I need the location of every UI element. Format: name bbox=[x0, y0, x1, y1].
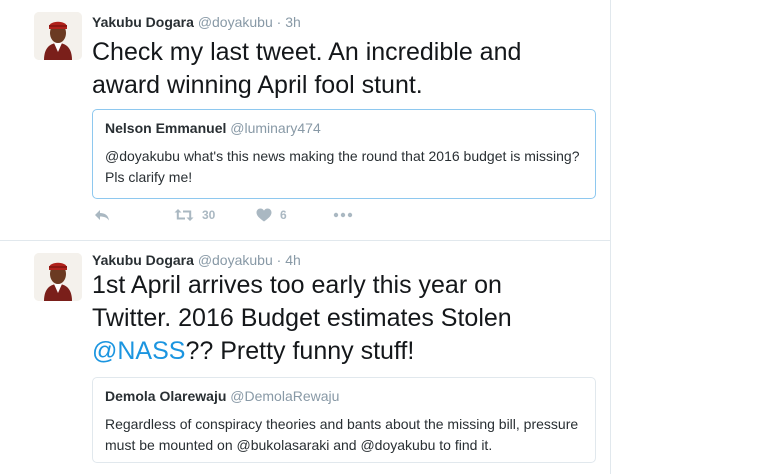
quoted-author-name: Nelson Emmanuel bbox=[105, 120, 227, 136]
tweet[interactable]: Yakubu Dogara @doyakubu · 4h 1st April a… bbox=[0, 241, 610, 474]
timestamp[interactable]: 4h bbox=[285, 252, 301, 268]
quoted-author-handle: @DemolaRewaju bbox=[230, 388, 340, 404]
reply-button[interactable] bbox=[94, 208, 110, 222]
quoted-header: Nelson Emmanuel @luminary474 bbox=[105, 120, 583, 136]
like-count: 6 bbox=[280, 208, 287, 222]
avatar[interactable] bbox=[34, 12, 82, 60]
quoted-text: Regardless of conspiracy theories and ba… bbox=[105, 416, 579, 453]
retweet-count: 30 bbox=[202, 208, 216, 222]
timestamp[interactable]: 3h bbox=[285, 14, 301, 30]
retweet-button[interactable]: 30 bbox=[174, 208, 215, 222]
tweet-header: Yakubu Dogara @doyakubu · 4h bbox=[92, 252, 301, 268]
tweet[interactable]: Yakubu Dogara @doyakubu · 3h Check my la… bbox=[0, 0, 610, 241]
author-name[interactable]: Yakubu Dogara bbox=[92, 252, 194, 268]
avatar[interactable] bbox=[34, 253, 82, 301]
quoted-author-name: Demola Olarewaju bbox=[105, 388, 227, 404]
quoted-tweet[interactable]: Demola Olarewaju @DemolaRewaju Regardles… bbox=[92, 377, 596, 463]
quoted-text: @doyakubu what's this news making the ro… bbox=[105, 148, 580, 185]
heart-icon bbox=[256, 208, 272, 222]
mention-link[interactable]: @NASS bbox=[92, 337, 185, 365]
author-name[interactable]: Yakubu Dogara bbox=[92, 14, 194, 30]
tweet-header: Yakubu Dogara @doyakubu · 3h bbox=[92, 14, 301, 30]
separator: · bbox=[276, 252, 282, 268]
author-handle[interactable]: @doyakubu bbox=[198, 252, 273, 268]
quoted-author-handle: @luminary474 bbox=[230, 120, 321, 136]
tweet-actions: 30 6 bbox=[92, 208, 392, 230]
quoted-tweet[interactable]: Nelson Emmanuel @luminary474 @doyakubu w… bbox=[92, 109, 596, 199]
more-icon bbox=[333, 212, 353, 218]
tweet-text: 1st April arrives too early this year on… bbox=[92, 269, 582, 368]
tweet-text: Check my last tweet. An incredible and a… bbox=[92, 38, 522, 99]
separator: · bbox=[276, 14, 282, 30]
author-handle[interactable]: @doyakubu bbox=[198, 14, 273, 30]
like-button[interactable]: 6 bbox=[256, 208, 287, 222]
quoted-header: Demola Olarewaju @DemolaRewaju bbox=[105, 388, 583, 404]
more-button[interactable] bbox=[333, 208, 353, 222]
reply-icon bbox=[95, 210, 109, 221]
retweet-icon bbox=[174, 209, 194, 221]
timeline: Yakubu Dogara @doyakubu · 3h Check my la… bbox=[0, 0, 611, 474]
tweet-text-start: 1st April arrives too early this year on… bbox=[92, 271, 512, 332]
tweet-text-end: ?? Pretty funny stuff! bbox=[185, 337, 415, 365]
